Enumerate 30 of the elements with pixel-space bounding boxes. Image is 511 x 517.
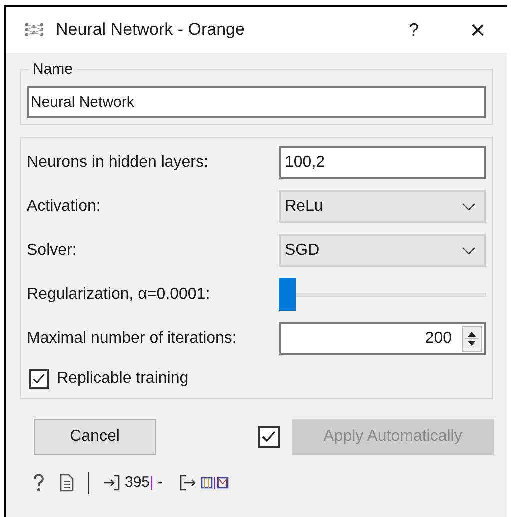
network-icon <box>24 22 46 38</box>
input-icon[interactable] <box>103 474 121 492</box>
help-button[interactable]: ? <box>399 16 429 44</box>
view-mode-icon[interactable] <box>200 476 229 490</box>
window-title: Neural Network - Orange <box>56 19 246 42</box>
chevron-icon <box>462 246 476 254</box>
field-label: Neurons in hidden layers: <box>27 152 210 172</box>
slider-track[interactable] <box>279 278 486 311</box>
slider-thumb[interactable] <box>279 278 296 311</box>
document-icon[interactable] <box>60 474 74 492</box>
dropdown[interactable]: ReLu <box>279 190 486 223</box>
text-input[interactable]: 100,2 <box>279 146 486 179</box>
close-button[interactable]: × <box>463 17 493 43</box>
field-label: Maximal number of iterations: <box>27 328 238 348</box>
field-label: Regularization, α=0.0001: <box>27 284 212 304</box>
checkbox[interactable] <box>29 369 49 389</box>
help-icon[interactable] <box>32 473 46 493</box>
name-input[interactable]: Neural Network <box>27 86 486 118</box>
dropdown[interactable]: SGD <box>279 234 486 267</box>
spin-box[interactable]: 200 <box>279 322 486 355</box>
separator-text: | <box>150 472 154 493</box>
spin-arrows-icon[interactable] <box>462 326 482 352</box>
chevron-icon <box>462 202 476 210</box>
checkbox-label: Replicable training <box>57 369 189 389</box>
input-count: 395 <box>125 472 150 493</box>
output-count: - <box>158 472 163 493</box>
field-label: Solver: <box>27 240 78 260</box>
cancel-button[interactable]: Cancel <box>34 419 156 455</box>
output-icon[interactable] <box>178 474 197 492</box>
field-label: Activation: <box>27 196 102 216</box>
